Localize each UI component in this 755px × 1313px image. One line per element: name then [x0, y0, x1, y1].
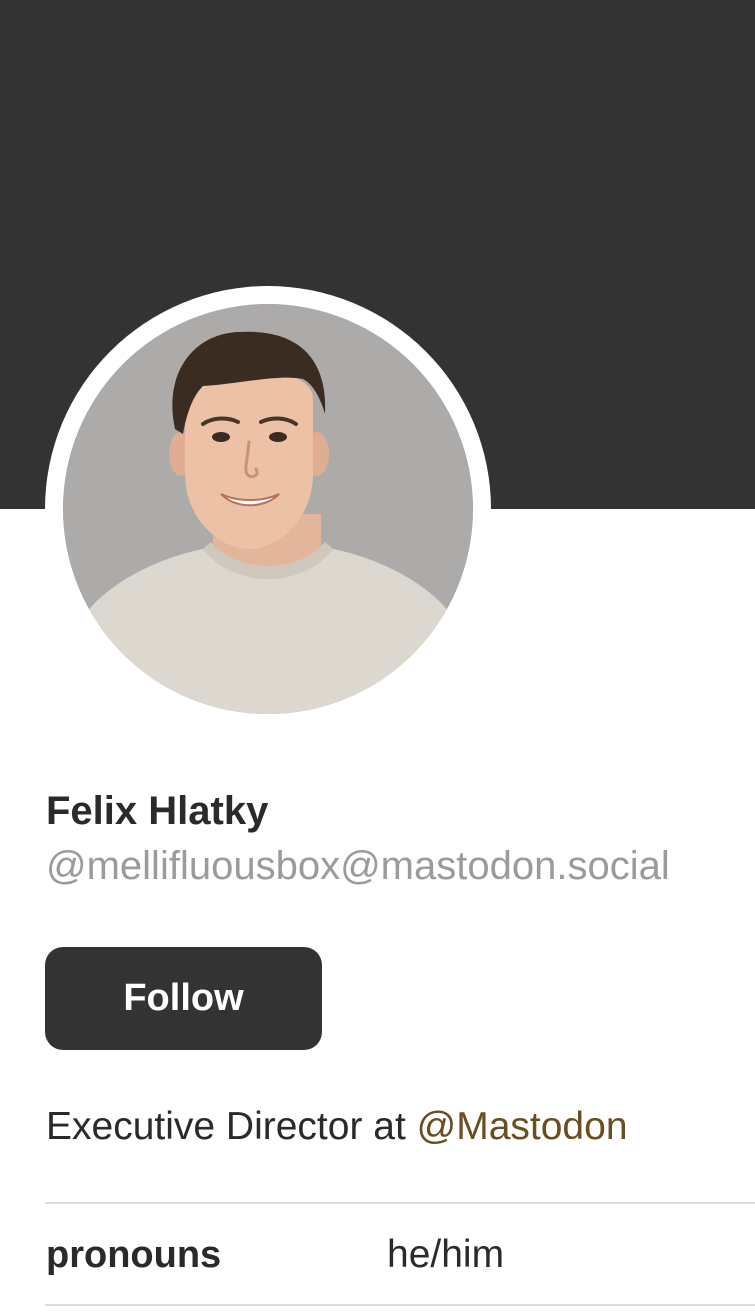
profile-page: Felix Hlatky @mellifluousbox@mastodon.so…	[0, 0, 755, 1313]
bio-text: Executive Director at	[46, 1105, 417, 1148]
profile-bio: Executive Director at @Mastodon	[46, 1103, 628, 1151]
profile-field-name: pronouns	[46, 1234, 222, 1276]
field-divider	[45, 1304, 755, 1306]
profile-field-value: he/him	[387, 1233, 505, 1276]
field-divider	[45, 1202, 755, 1204]
bio-mention-link[interactable]: @Mastodon	[417, 1105, 628, 1148]
avatar[interactable]	[63, 304, 473, 714]
account-handle: @mellifluousbox@mastodon.social	[46, 844, 670, 888]
follow-button[interactable]: Follow	[45, 947, 322, 1050]
display-name: Felix Hlatky	[46, 789, 269, 833]
avatar-photo	[63, 304, 473, 714]
